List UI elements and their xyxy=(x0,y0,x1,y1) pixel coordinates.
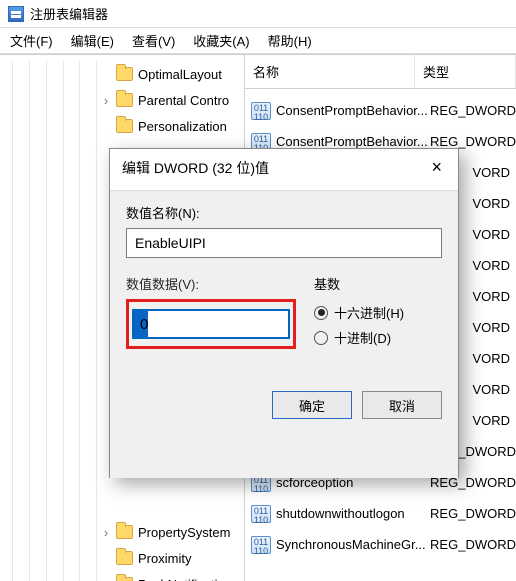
tree-expander[interactable]: › xyxy=(100,525,112,540)
value-name: SynchronousMachineGr... xyxy=(276,537,430,552)
value-name: ConsentPromptBehavior... xyxy=(276,134,430,149)
value-name: shutdownwithoutlogon xyxy=(276,506,430,521)
list-header: 名称 类型 xyxy=(245,55,516,89)
base-label: 基数 xyxy=(314,274,442,293)
reg-dword-icon: 011110 xyxy=(251,102,271,120)
value-data-input[interactable] xyxy=(133,310,289,338)
radio-dec[interactable]: 十进制(D) xyxy=(314,328,442,347)
folder-icon xyxy=(116,577,133,581)
menu-favorites[interactable]: 收藏夹(A) xyxy=(189,29,253,52)
menu-edit[interactable]: 编辑(E) xyxy=(67,29,118,52)
value-type: REG_DWORD xyxy=(430,103,516,118)
tree-item-label: Personalization xyxy=(138,119,227,134)
tree-item-label: Parental Contro xyxy=(138,93,229,108)
tree-item-label: Proximity xyxy=(138,551,191,566)
value-name-input[interactable] xyxy=(126,228,442,258)
dialog-title: 编辑 DWORD (32 位)值 xyxy=(122,158,269,178)
app-icon xyxy=(8,6,24,22)
tree-item[interactable]: Proximity xyxy=(0,545,244,571)
radio-hex-label: 十六进制(H) xyxy=(334,303,404,322)
tree-item[interactable]: › PropertySystem xyxy=(0,519,244,545)
menu-help[interactable]: 帮助(H) xyxy=(264,29,316,52)
edit-dword-dialog: 编辑 DWORD (32 位)值 × 数值名称(N): 数值数据(V): 基数 … xyxy=(109,148,459,478)
reg-dword-icon: 011110 xyxy=(251,505,271,523)
value-data-label: 数值数据(V): xyxy=(126,274,296,293)
list-row[interactable]: 011110 ConsentPromptBehavior... REG_DWOR… xyxy=(245,95,516,126)
list-row[interactable]: 011110 SynchronousMachineGr... REG_DWORD xyxy=(245,529,516,560)
folder-icon xyxy=(116,67,133,81)
value-type: REG_DWORD xyxy=(430,134,516,149)
tree-item[interactable]: › Parental Contro xyxy=(0,87,244,113)
cancel-button[interactable]: 取消 xyxy=(362,391,442,419)
tree-item[interactable]: Personalization xyxy=(0,113,244,139)
ok-button[interactable]: 确定 xyxy=(272,391,352,419)
folder-icon xyxy=(116,93,133,107)
tree-item-label: OptimalLayout xyxy=(138,67,222,82)
radio-icon xyxy=(314,306,328,320)
value-data-highlight xyxy=(126,299,296,349)
folder-icon xyxy=(116,119,133,133)
col-header-type[interactable]: 类型 xyxy=(415,55,516,88)
value-name-label: 数值名称(N): xyxy=(126,203,442,222)
reg-dword-icon: 011110 xyxy=(251,536,271,554)
tree-expander[interactable]: › xyxy=(100,93,112,108)
folder-icon xyxy=(116,551,133,565)
col-header-name[interactable]: 名称 xyxy=(245,55,415,88)
menu-file[interactable]: 文件(F) xyxy=(6,29,57,52)
window-titlebar: 注册表编辑器 xyxy=(0,0,516,28)
menu-view[interactable]: 查看(V) xyxy=(128,29,179,52)
value-type: REG_DWORD xyxy=(430,506,516,521)
radio-hex[interactable]: 十六进制(H) xyxy=(314,303,442,322)
menu-bar: 文件(F) 编辑(E) 查看(V) 收藏夹(A) 帮助(H) xyxy=(0,28,516,54)
close-icon[interactable]: × xyxy=(425,157,448,178)
folder-icon xyxy=(116,525,133,539)
tree-item[interactable]: OptimalLayout xyxy=(0,61,244,87)
tree-expander[interactable]: › xyxy=(100,577,112,581)
radio-icon xyxy=(314,331,328,345)
tree-item-label: PushNotification xyxy=(138,577,232,581)
list-row[interactable]: 011110 shutdownwithoutlogon REG_DWORD xyxy=(245,498,516,529)
value-type: REG_DWORD xyxy=(430,537,516,552)
window-title: 注册表编辑器 xyxy=(30,4,108,23)
value-name: ConsentPromptBehavior... xyxy=(276,103,430,118)
tree-item-label: PropertySystem xyxy=(138,525,230,540)
radio-dec-label: 十进制(D) xyxy=(334,328,391,347)
tree-item[interactable]: › PushNotification xyxy=(0,571,244,581)
